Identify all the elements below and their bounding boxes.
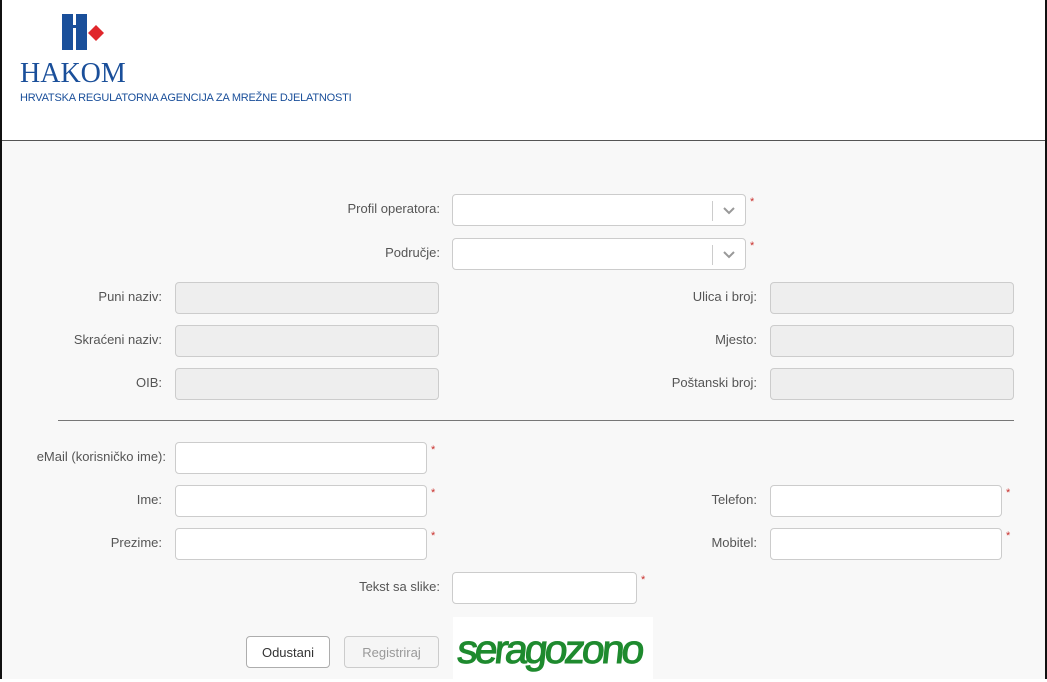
required-marker: *	[750, 196, 755, 208]
ulica-i-broj-label: Ulica i broj:	[692, 289, 757, 304]
hakom-logo-icon	[62, 14, 104, 50]
required-marker: *	[1006, 487, 1011, 499]
oib-label: OIB:	[135, 375, 162, 390]
register-button: Registriraj	[344, 636, 439, 668]
chevron-down-icon[interactable]	[721, 204, 737, 218]
telefon-label: Telefon:	[711, 492, 757, 507]
required-marker: *	[1006, 530, 1011, 542]
required-marker: *	[431, 530, 436, 542]
prezime-label: Prezime:	[110, 535, 162, 550]
required-marker: *	[431, 487, 436, 499]
mjesto-label: Mjesto:	[715, 332, 757, 347]
email-label: eMail (korisničko ime):	[36, 449, 166, 464]
captcha-text: seragozono	[455, 628, 645, 672]
ulica-i-broj-input	[770, 282, 1014, 314]
prezime-input[interactable]	[175, 528, 427, 560]
select-separator	[712, 245, 713, 265]
profil-operatora-select[interactable]	[452, 194, 746, 226]
puni-naziv-label: Puni naziv:	[98, 289, 162, 304]
ime-label: Ime:	[136, 492, 162, 507]
postanski-broj-input	[770, 368, 1014, 400]
select-separator	[712, 201, 713, 221]
brand-name: HAKOM	[20, 58, 126, 89]
mjesto-input	[770, 325, 1014, 357]
tekst-sa-slike-label: Tekst sa slike:	[359, 579, 440, 594]
section-divider	[58, 420, 1014, 421]
oib-input	[175, 368, 439, 400]
podrucje-select[interactable]	[452, 238, 746, 270]
ime-input[interactable]	[175, 485, 427, 517]
chevron-down-icon[interactable]	[721, 248, 737, 262]
brand-subtitle: HRVATSKA REGULATORNA AGENCIJA ZA MREŽNE …	[20, 92, 352, 104]
required-marker: *	[641, 574, 646, 586]
required-marker: *	[750, 240, 755, 252]
postanski-broj-label: Poštanski broj:	[671, 375, 757, 390]
captcha-input[interactable]	[452, 572, 637, 604]
mobitel-label: Mobitel:	[711, 535, 757, 550]
cancel-button[interactable]: Odustani	[246, 636, 330, 668]
mobitel-input[interactable]	[770, 528, 1002, 560]
email-field[interactable]	[175, 442, 427, 474]
skraceni-naziv-input	[175, 325, 439, 357]
podrucje-label: Područje:	[385, 245, 440, 260]
captcha-image: seragozono	[453, 617, 653, 679]
telefon-input[interactable]	[770, 485, 1002, 517]
captcha-graphic: seragozono	[455, 628, 646, 673]
puni-naziv-input	[175, 282, 439, 314]
skraceni-naziv-label: Skraćeni naziv:	[73, 332, 162, 347]
required-marker: *	[431, 444, 436, 456]
page-header: HAKOM HRVATSKA REGULATORNA AGENCIJA ZA M…	[2, 0, 1045, 141]
profil-operatora-label: Profil operatora:	[347, 201, 441, 216]
